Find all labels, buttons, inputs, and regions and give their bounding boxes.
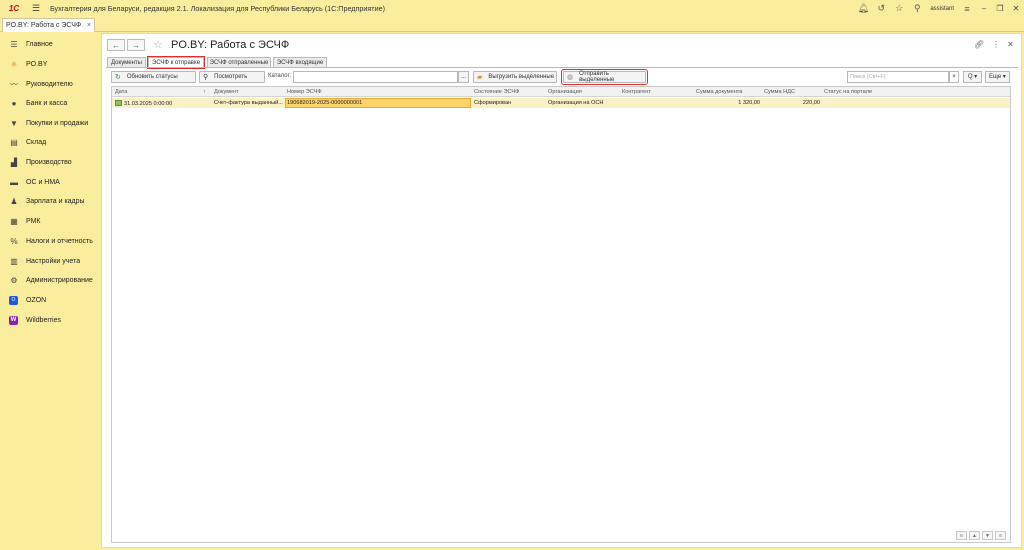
factory-icon: ▟ bbox=[10, 157, 18, 167]
sort-asc-icon[interactable]: ↑ bbox=[203, 89, 206, 95]
sidebar-item-main[interactable]: ☰ Главное bbox=[0, 34, 100, 54]
col-doc-sum[interactable]: Сумма документа bbox=[696, 89, 742, 95]
close-icon[interactable]: ✕ bbox=[1008, 4, 1024, 13]
tab-label: PO.BY: Работа с ЭСЧФ bbox=[6, 22, 82, 29]
cell-vat-sum: 220,00 bbox=[802, 100, 820, 106]
send-icon: ◍ bbox=[567, 74, 574, 81]
wildberries-icon: W bbox=[9, 315, 18, 325]
gear-icon: ⚙ bbox=[10, 275, 18, 285]
catalog-input[interactable] bbox=[293, 71, 458, 83]
catalog-choose-button[interactable]: ... bbox=[458, 71, 469, 83]
app-logo: 1C bbox=[8, 4, 20, 13]
menu-icon: ☰ bbox=[10, 39, 18, 49]
sun-icon: ✳ bbox=[10, 59, 18, 69]
sidebar-item-fixed-assets[interactable]: ▬ ОС и НМА bbox=[0, 172, 100, 192]
folder-export-icon: ▰ bbox=[477, 74, 483, 81]
col-date[interactable]: Дата bbox=[115, 89, 127, 95]
tab-close-icon[interactable]: × bbox=[87, 22, 91, 29]
sidebar-item-warehouse[interactable]: ▤ Склад bbox=[0, 132, 100, 152]
bell-icon[interactable]: 🔔︎ bbox=[854, 3, 872, 14]
page-title: PO.BY: Работа с ЭСЧФ bbox=[171, 39, 290, 51]
search-clear-button[interactable]: × bbox=[949, 71, 959, 83]
user-name[interactable]: assistant bbox=[930, 6, 954, 12]
link-icon[interactable]: 🔗︎ bbox=[974, 40, 984, 49]
app-title: Бухгалтерия для Беларуси, редакция 2.1. … bbox=[50, 4, 385, 13]
register-icon: ▦ bbox=[10, 216, 18, 226]
table-nav-buttons: ≡ ▲ ▼ ≡ bbox=[954, 531, 1006, 540]
sidebar-item-po-by[interactable]: ✳ PO.BY bbox=[0, 54, 100, 74]
sidebar-item-admin[interactable]: ⚙ Администрирование bbox=[0, 270, 100, 290]
back-button[interactable]: ← bbox=[107, 39, 125, 51]
main-panel: ← → ☆ PO.BY: Работа с ЭСЧФ 🔗︎ ⋮ ✕ Докуме… bbox=[101, 33, 1022, 548]
magnifier-icon: ⚲ bbox=[203, 74, 209, 81]
col-counterparty[interactable]: Контрагент bbox=[622, 89, 651, 95]
search-input[interactable]: Поиск (Ctrl+F) bbox=[847, 71, 949, 83]
sidebar-item-rmk[interactable]: ▦ РМК bbox=[0, 211, 100, 231]
sidebar-item-salary[interactable]: ♟ Зарплата и кадры bbox=[0, 191, 100, 211]
esf-table: Дата ↑ Документ Номер ЭСЧФ Состояние ЭСЧ… bbox=[111, 86, 1011, 543]
catalog-label: Каталог: bbox=[268, 73, 292, 79]
col-document[interactable]: Документ bbox=[214, 89, 239, 95]
scroll-down-button[interactable]: ▼ bbox=[982, 531, 993, 540]
sidebar-item-taxes[interactable]: % Налоги и отчетность bbox=[0, 231, 100, 251]
star-icon[interactable]: ☆ bbox=[890, 3, 908, 14]
tab-po-by-esf[interactable]: PO.BY: Работа с ЭСЧФ × bbox=[2, 18, 95, 32]
document-status-icon bbox=[115, 100, 122, 106]
more-button[interactable]: Еще ▾ bbox=[985, 71, 1010, 83]
title-bar: 1C ☰ Бухгалтерия для Беларуси, редакция … bbox=[0, 0, 1024, 17]
refresh-icon: ↻ bbox=[115, 74, 121, 81]
main-menu-icon[interactable]: ☰ bbox=[32, 3, 44, 14]
sidebar-item-production[interactable]: ▟ Производство bbox=[0, 152, 100, 172]
truck-icon: ▬ bbox=[10, 177, 18, 187]
sidebar-item-ozon[interactable]: O OZON bbox=[0, 290, 100, 310]
cell-organization: Организация на ОСН bbox=[548, 100, 604, 106]
settings-list-icon: ▥ bbox=[10, 256, 18, 266]
col-esf-state[interactable]: Состояние ЭСЧФ bbox=[474, 89, 519, 95]
table-header: Дата ↑ Документ Номер ЭСЧФ Состояние ЭСЧ… bbox=[112, 87, 1010, 97]
settings-menu-icon[interactable]: ≡ bbox=[958, 4, 976, 14]
tabs-divider bbox=[106, 67, 1018, 68]
refresh-statuses-button[interactable]: ↻ Обновить статусы bbox=[111, 71, 196, 83]
cell-esf-state: Сформирован bbox=[474, 100, 512, 106]
cart-icon: ▼ bbox=[10, 118, 18, 128]
send-selected-button[interactable]: ◍ Отправить выделенные bbox=[561, 69, 648, 85]
trend-icon: 〰 bbox=[10, 79, 18, 89]
restore-icon[interactable]: ❐ bbox=[992, 4, 1008, 13]
search-button[interactable]: Q ▾ bbox=[963, 71, 982, 83]
sidebar-item-bank[interactable]: ● Банк и касса bbox=[0, 93, 100, 113]
warehouse-icon: ▤ bbox=[10, 137, 18, 147]
sidebar-item-accounting-settings[interactable]: ▥ Настройки учета bbox=[0, 251, 100, 271]
sidebar-item-wildberries[interactable]: W Wildberries bbox=[0, 310, 100, 330]
cell-esf-number: 190682019-2025-0000000001 bbox=[287, 100, 363, 106]
tax-icon: % bbox=[10, 236, 18, 246]
col-esf-number[interactable]: Номер ЭСЧФ bbox=[287, 89, 322, 95]
ozon-icon: O bbox=[9, 295, 18, 305]
cell-date: 31.03.2025 0:00:00 bbox=[115, 100, 172, 107]
cell-document: Счет-фактура выданный... bbox=[214, 100, 283, 106]
view-button[interactable]: ⚲ Посмотреть bbox=[199, 71, 265, 83]
table-row[interactable]: 31.03.2025 0:00:00 Счет-фактура выданный… bbox=[112, 98, 1010, 108]
col-organization[interactable]: Организация bbox=[548, 89, 582, 95]
minimize-icon[interactable]: – bbox=[976, 4, 992, 13]
scroll-up-button[interactable]: ▲ bbox=[969, 531, 980, 540]
close-form-icon[interactable]: ✕ bbox=[1007, 40, 1014, 49]
history-icon[interactable]: ↺ bbox=[872, 3, 890, 14]
open-tabs-bar: PO.BY: Работа с ЭСЧФ × bbox=[0, 17, 1024, 32]
sidebar-item-purchases[interactable]: ▼ Покупки и продажи bbox=[0, 113, 100, 133]
favorite-star-icon[interactable]: ☆ bbox=[153, 38, 163, 51]
scroll-bottom-button[interactable]: ≡ bbox=[995, 531, 1006, 540]
col-vat-sum[interactable]: Сумма НДС bbox=[764, 89, 795, 95]
more-vertical-icon[interactable]: ⋮ bbox=[992, 40, 1000, 49]
col-portal-status[interactable]: Статус на портале bbox=[824, 89, 872, 95]
scroll-top-button[interactable]: ≡ bbox=[956, 531, 967, 540]
cell-doc-sum: 1 320,00 bbox=[738, 100, 760, 106]
sidebar-item-manager[interactable]: 〰 Руководителю bbox=[0, 74, 100, 94]
forward-button[interactable]: → bbox=[127, 39, 145, 51]
person-icon: ♟ bbox=[10, 196, 18, 206]
search-icon[interactable]: ⚲ bbox=[908, 3, 926, 14]
title-bar-controls: 🔔︎ ↺ ☆ ⚲ assistant ≡ – ❐ ✕ bbox=[854, 0, 1024, 17]
bank-icon: ● bbox=[11, 98, 17, 108]
export-selected-button[interactable]: ▰ Выгрузить выделенные bbox=[473, 71, 557, 83]
sidebar: ☰ Главное ✳ PO.BY 〰 Руководителю ● Банк и ка… bbox=[0, 33, 100, 550]
